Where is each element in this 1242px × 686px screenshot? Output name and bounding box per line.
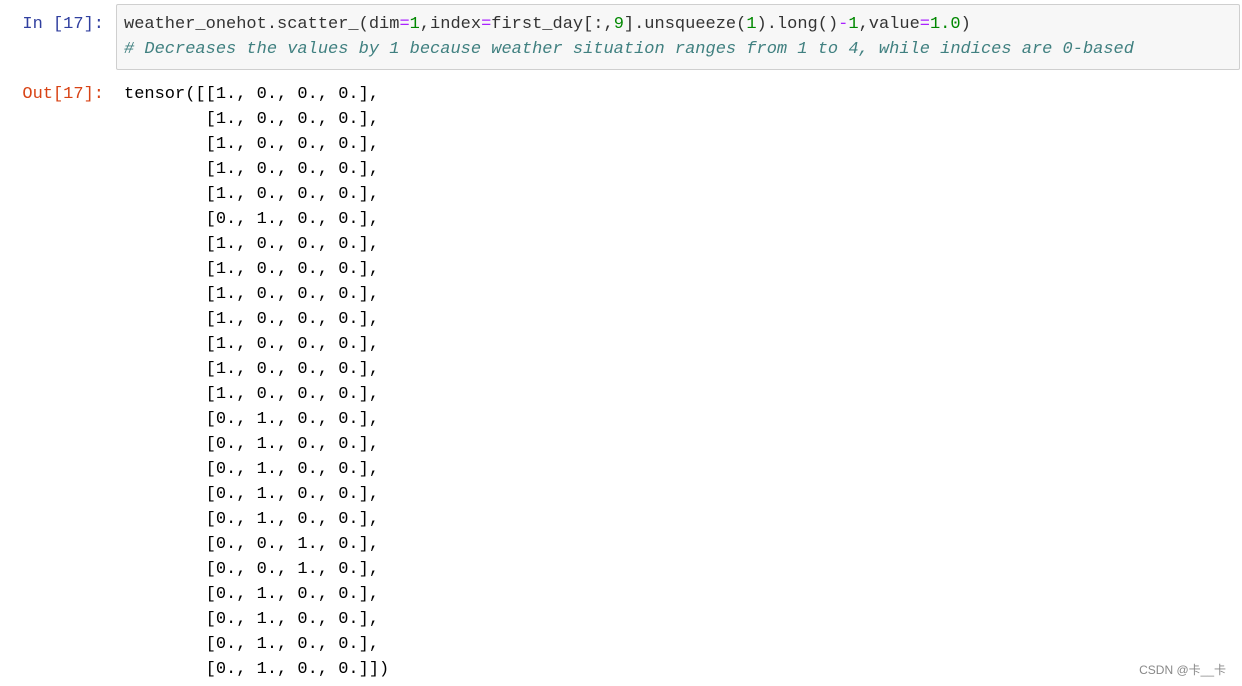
code-token: ,value xyxy=(858,15,920,34)
output-line: [0., 1., 0., 0.], xyxy=(124,610,380,629)
code-token: 1.0 xyxy=(929,15,961,34)
code-token: 1 xyxy=(848,15,859,34)
output-line: [0., 1., 0., 0.], xyxy=(124,635,380,654)
code-token: ).long() xyxy=(756,15,839,34)
code-comment: # Decreases the values by 1 because weat… xyxy=(124,40,1134,59)
cell-output: tensor([[1., 0., 0., 0.], [1., 0., 0., 0… xyxy=(124,82,389,682)
output-line: [1., 0., 0., 0.], xyxy=(124,135,380,154)
output-line: [1., 0., 0., 0.], xyxy=(124,110,380,129)
output-line: [0., 1., 0., 0.], xyxy=(124,585,380,604)
output-line: [1., 0., 0., 0.], xyxy=(124,335,380,354)
code-token: 1 xyxy=(746,15,757,34)
code-token: 9 xyxy=(613,15,624,34)
output-line: [1., 0., 0., 0.], xyxy=(124,160,380,179)
output-line: [0., 1., 0., 0.], xyxy=(124,410,380,429)
code-token: - xyxy=(838,15,849,34)
output-line: [0., 0., 1., 0.], xyxy=(124,535,380,554)
code-token: ].unsqueeze( xyxy=(623,15,747,34)
output-line: [1., 0., 0., 0.], xyxy=(124,285,380,304)
code-token: = xyxy=(481,15,492,34)
output-line: tensor([[1., 0., 0., 0.], xyxy=(124,85,380,104)
watermark: CSDN @卡__卡 xyxy=(1139,663,1226,677)
output-prompt: Out[17]: xyxy=(22,85,104,104)
output-line: [1., 0., 0., 0.], xyxy=(124,235,380,254)
output-line: [0., 0., 1., 0.], xyxy=(124,560,380,579)
code-token: = xyxy=(919,15,930,34)
output-line: [1., 0., 0., 0.], xyxy=(124,310,380,329)
code-token: 1 xyxy=(409,15,420,34)
input-prompt: In [17]: xyxy=(22,15,104,34)
code-token: weather_onehot.scatter_(dim xyxy=(124,15,400,34)
output-line: [1., 0., 0., 0.], xyxy=(124,185,380,204)
code-text[interactable]: weather_onehot.scatter_(dim=1,index=firs… xyxy=(124,12,1134,62)
code-cell-input[interactable]: weather_onehot.scatter_(dim=1,index=firs… xyxy=(116,4,1240,70)
output-line: [1., 0., 0., 0.], xyxy=(124,260,380,279)
output-line: [1., 0., 0., 0.], xyxy=(124,360,380,379)
output-line: [0., 1., 0., 0.], xyxy=(124,435,380,454)
code-token: ,index xyxy=(419,15,482,34)
output-line: [0., 1., 0., 0.], xyxy=(124,460,380,479)
code-token: = xyxy=(399,15,410,34)
code-token: first_day[:, xyxy=(491,15,614,34)
output-line: [0., 1., 0., 0.], xyxy=(124,210,380,229)
output-line: [1., 0., 0., 0.], xyxy=(124,385,380,404)
code-line: weather_onehot.scatter_(dim=1,index=firs… xyxy=(124,15,971,34)
code-token: ) xyxy=(960,15,971,34)
output-line: [0., 1., 0., 0.], xyxy=(124,485,380,504)
output-line: [0., 1., 0., 0.]]) xyxy=(124,660,390,679)
output-line: [0., 1., 0., 0.], xyxy=(124,510,380,529)
